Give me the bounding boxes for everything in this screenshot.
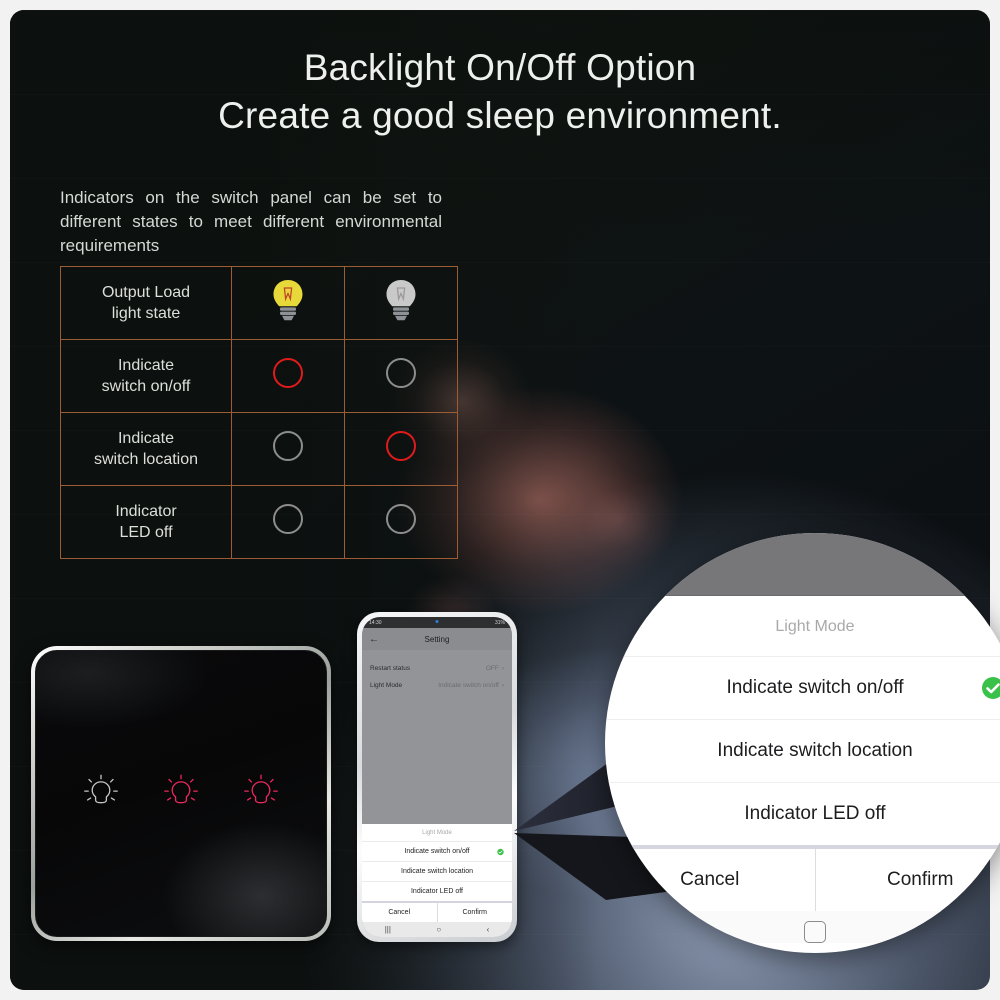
dialog-option-switch-location[interactable]: Indicate switch location (605, 719, 1000, 782)
row-label-switch-location: Indicate switch location (60, 412, 232, 486)
status-battery: 31% (494, 619, 505, 626)
sheet-cancel-button[interactable]: Cancel (362, 903, 437, 922)
dialog-option-label: Indicator LED off (744, 803, 886, 824)
row-label-line-2: LED off (119, 524, 173, 541)
sheet-title: Light Mode (422, 830, 452, 836)
led-indicator-off-icon (386, 358, 416, 388)
chevron-right-icon: › (501, 665, 504, 672)
setting-row-light-mode[interactable]: Light Mode Indicate switch on/off › (362, 677, 512, 694)
switch-button-row (36, 774, 326, 813)
cell-led-gray (231, 485, 345, 559)
table-row: Indicate switch location (60, 412, 458, 486)
cell-led-gray (231, 412, 345, 486)
switch-bulb-icon-1[interactable] (84, 774, 118, 813)
bulb-on-icon (271, 278, 305, 322)
check-badge-icon (981, 676, 1000, 700)
wall-switch-panel (31, 646, 331, 941)
sheet-option-label: Indicate switch location (401, 868, 473, 875)
sheet-option-switch-location[interactable]: Indicate switch location (362, 861, 512, 881)
recents-icon[interactable]: ||| (385, 925, 391, 934)
switch-bulb-icon-2[interactable] (164, 774, 198, 813)
chevron-right-icon: › (501, 682, 504, 689)
row-label-line-1: Indicate (117, 430, 175, 447)
setting-label: Light Mode (370, 682, 403, 689)
setting-label: Restart status (370, 665, 411, 672)
cell-bulb-off (344, 266, 458, 340)
bulb-off-icon (384, 278, 418, 322)
dialog-option-led-off[interactable]: Indicator LED off (605, 782, 1000, 845)
setting-value: Indicate switch on/off (438, 682, 499, 689)
headline-line-1: Backlight On/Off Option (303, 47, 697, 88)
smartphone-mockup: 14:30 31% ← Setting Restart status OFF ›… (357, 612, 517, 942)
camera-punchhole-icon (435, 620, 439, 623)
intro-paragraph: Indicators on the switch panel can be se… (60, 188, 442, 255)
led-indicator-off-icon (273, 431, 303, 461)
led-indicator-on-icon (386, 431, 416, 461)
row-label-switch-onoff: Indicate switch on/off (60, 339, 232, 413)
nav-back-icon[interactable]: ‹ (487, 925, 490, 934)
dialog-option-label: Indicate switch location (717, 740, 913, 761)
phone-status-bar: 14:30 31% (362, 617, 512, 628)
setting-value-group: OFF › (486, 665, 504, 672)
switch-glass (35, 650, 327, 937)
row-label-line-1: Indicate (117, 357, 175, 374)
headline-line-2: Create a good sleep environment. (218, 95, 782, 136)
sheet-action-bar: Cancel Confirm (362, 901, 512, 922)
row-label-line-2: light state (111, 305, 181, 322)
sheet-option-led-off[interactable]: Indicator LED off (362, 881, 512, 901)
phone-app-bar: ← Setting (362, 628, 512, 650)
android-nav-bar: ||| ○ ‹ (362, 922, 512, 937)
setting-value: OFF (485, 665, 499, 672)
row-label-line-2: switch location (93, 451, 199, 468)
dialog-option-label: Indicate switch on/off (726, 677, 904, 698)
row-label-output-load: Output Load light state (60, 266, 232, 340)
led-indicator-off-icon (273, 504, 303, 534)
cell-bulb-on (231, 266, 345, 340)
dialog-option-switch-onoff[interactable]: Indicate switch on/off (605, 656, 1000, 719)
cell-led-gray (344, 339, 458, 413)
row-label-line-2: switch on/off (101, 378, 191, 395)
table-row: Indicate switch on/off (60, 339, 458, 413)
led-indicator-on-icon (273, 358, 303, 388)
phone-screen-title: Setting (424, 634, 450, 644)
sheet-option-label: Indicate switch on/off (404, 848, 470, 855)
back-arrow-icon[interactable]: ← (369, 634, 379, 645)
setting-value-group: Indicate switch on/off › (438, 682, 504, 689)
setting-row-restart-status[interactable]: Restart status OFF › (362, 660, 512, 677)
magnified-dialog-callout: Light Mode Indicate switch on/off Indica… (605, 533, 1000, 953)
page-title: Backlight On/Off Option Create a good sl… (0, 44, 1000, 140)
sheet-confirm-button[interactable]: Confirm (438, 903, 513, 922)
cell-led-red (344, 412, 458, 486)
cell-led-red (231, 339, 345, 413)
sheet-option-switch-onoff[interactable]: Indicate switch on/off (362, 841, 512, 861)
check-badge-icon (497, 848, 504, 855)
phone-screen: 14:30 31% ← Setting Restart status OFF ›… (362, 617, 512, 937)
led-indicator-off-icon (386, 504, 416, 534)
product-infographic: Backlight On/Off Option Create a good sl… (0, 0, 1000, 1000)
status-time: 14:30 (369, 619, 382, 626)
dialog-title: Light Mode (775, 618, 855, 635)
row-label-led-off: Indicator LED off (60, 485, 232, 559)
row-label-line-1: Indicator (115, 503, 177, 520)
home-icon[interactable]: ○ (436, 925, 441, 934)
cell-led-gray (344, 485, 458, 559)
indicator-state-table: Output Load light state Indicate switch … (60, 266, 458, 559)
row-label-line-1: Output Load (101, 284, 191, 301)
table-row: Output Load light state (60, 266, 458, 340)
sheet-option-label: Indicator LED off (410, 888, 463, 895)
switch-bulb-icon-3[interactable] (244, 774, 278, 813)
table-row: Indicator LED off (60, 485, 458, 559)
phone-bottom-sheet: Light Mode Indicate switch on/off Indica… (362, 824, 512, 922)
phone-settings-list: Restart status OFF › Light Mode Indicate… (362, 650, 512, 824)
home-square-icon[interactable] (804, 921, 826, 943)
